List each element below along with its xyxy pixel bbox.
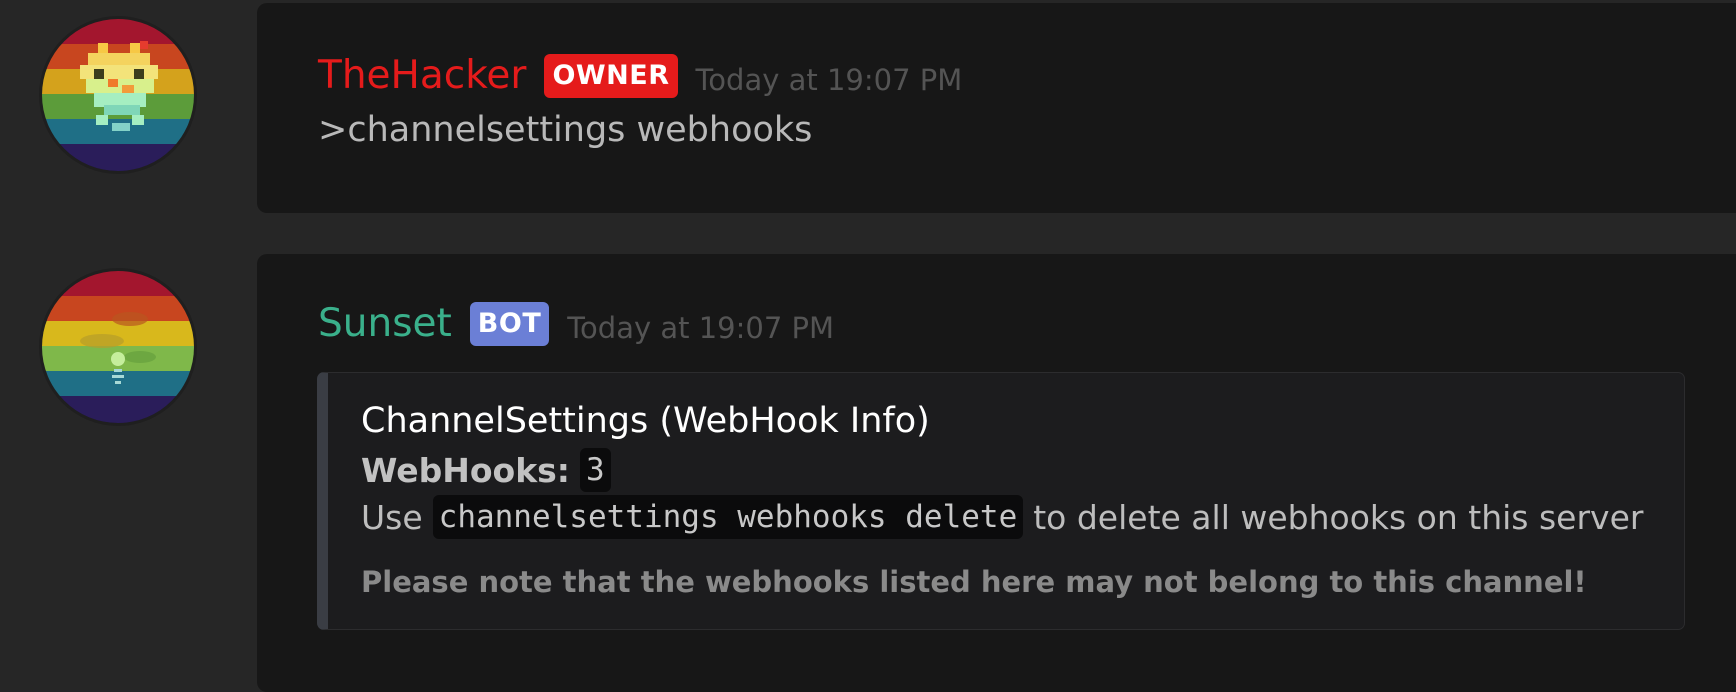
webhooks-count: 3 bbox=[579, 448, 611, 492]
rich-embed: ChannelSettings (WebHook Info) WebHooks:… bbox=[317, 372, 1685, 630]
webhooks-label: WebHooks: bbox=[361, 450, 570, 490]
message-sunset: Sunset BOT Today at 19:07 PM ChannelSett… bbox=[0, 0, 1736, 692]
delete-command-code: channelsettings webhooks delete bbox=[432, 495, 1024, 539]
username[interactable]: Sunset bbox=[318, 302, 452, 346]
bot-badge: BOT bbox=[469, 302, 550, 346]
webhooks-count-line: WebHooks: 3 bbox=[361, 448, 611, 492]
chat-view: TheHacker OWNER Today at 19:07 PM >chann… bbox=[0, 0, 1736, 692]
embed-title: ChannelSettings (WebHook Info) bbox=[361, 401, 930, 441]
message-header: Sunset BOT Today at 19:07 PM bbox=[318, 302, 834, 346]
timestamp: Today at 19:07 PM bbox=[567, 311, 834, 345]
sunset-rainbow-avatar-icon[interactable] bbox=[42, 271, 194, 423]
usage-prefix: Use bbox=[361, 497, 423, 537]
usage-suffix: to delete all webhooks on this server bbox=[1033, 497, 1644, 537]
usage-line: Use channelsettings webhooks delete to d… bbox=[361, 495, 1643, 539]
embed-footer-note: Please note that the webhooks listed her… bbox=[361, 565, 1587, 599]
